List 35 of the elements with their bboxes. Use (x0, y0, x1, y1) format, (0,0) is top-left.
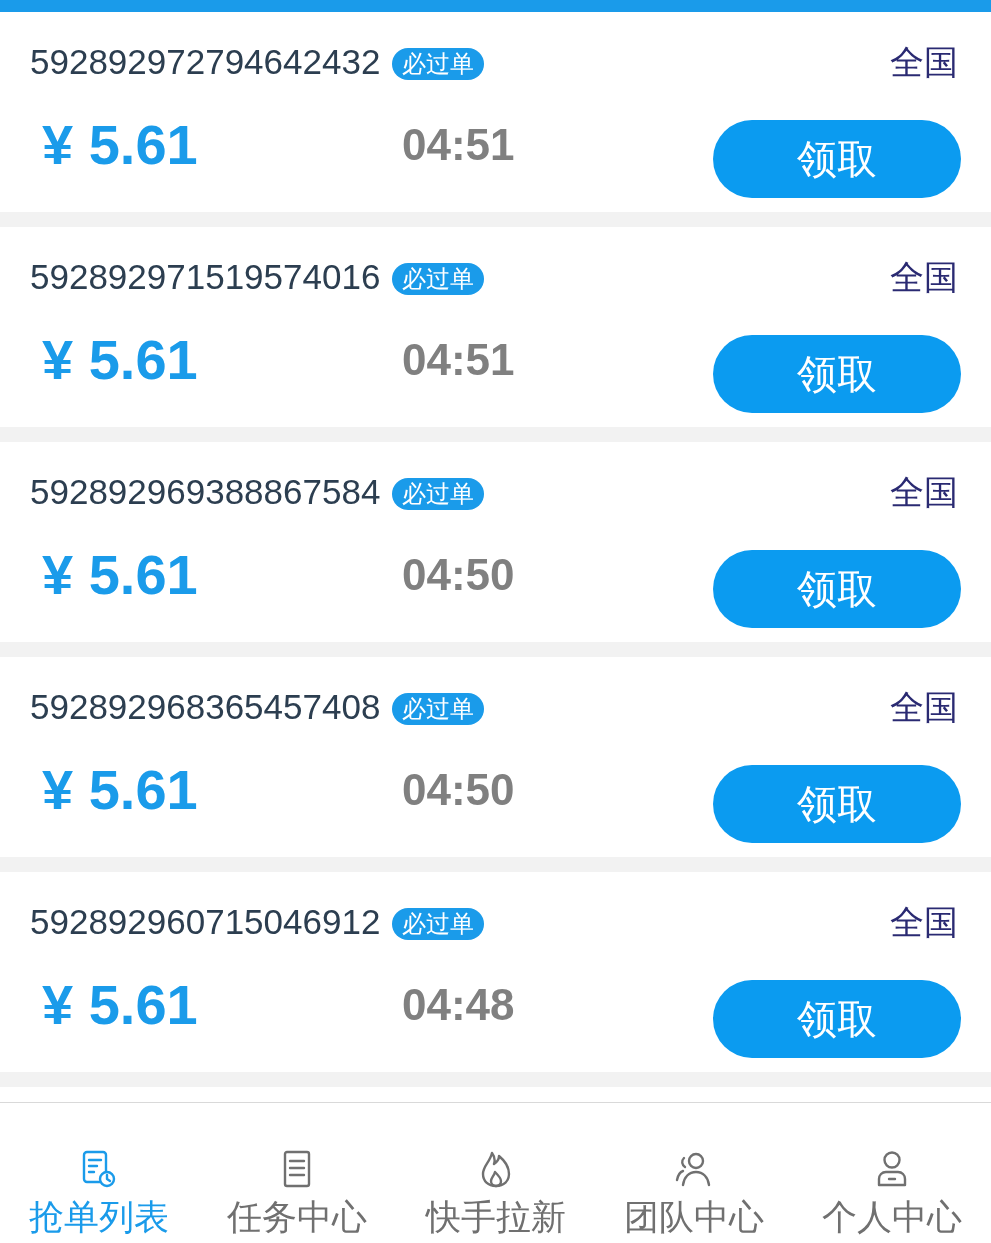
order-badge: 必过单 (392, 908, 485, 940)
order-number: 592892972794642432 (30, 42, 381, 82)
claim-button[interactable]: 领取 (713, 120, 961, 198)
region-label: 全国 (890, 472, 958, 512)
claim-button[interactable]: 领取 (713, 335, 961, 413)
countdown-timer: 04:51 (402, 120, 515, 170)
nav-tab[interactable]: 抢单列表 (0, 1103, 199, 1243)
order-number: 592892969388867584 (30, 472, 381, 512)
countdown-timer: 04:48 (402, 980, 515, 1030)
order-price: ¥ 5.61 (42, 545, 198, 605)
claim-button[interactable]: 领取 (713, 550, 961, 628)
countdown-timer: 04:50 (402, 550, 515, 600)
region-label: 全国 (890, 42, 958, 82)
order-number: 592892960715046912 (30, 902, 381, 942)
order-price: ¥ 5.61 (42, 115, 198, 175)
order-price: ¥ 5.61 (42, 330, 198, 390)
nav-tab[interactable]: 快手拉新 (396, 1103, 595, 1243)
order-badge: 必过单 (392, 263, 485, 295)
countdown-timer: 04:51 (402, 335, 515, 385)
order-badge: 必过单 (392, 48, 485, 80)
region-label: 全国 (890, 902, 958, 942)
order-badge: 必过单 (392, 693, 485, 725)
region-label: 全国 (890, 687, 958, 727)
region-label: 全国 (890, 257, 958, 297)
order-price: ¥ 5.61 (42, 975, 198, 1035)
nav-tab[interactable]: 团队中心 (594, 1103, 793, 1243)
nav-tab[interactable]: 任务中心 (198, 1103, 397, 1243)
order-price: ¥ 5.61 (42, 760, 198, 820)
countdown-timer: 04:50 (402, 765, 515, 815)
nav-tab[interactable]: 个人中心 (792, 1103, 991, 1243)
order-number: 592892971519574016 (30, 257, 381, 297)
claim-button[interactable]: 领取 (713, 980, 961, 1058)
order-badge: 必过单 (392, 478, 485, 510)
order-number: 592892968365457408 (30, 687, 381, 727)
claim-button[interactable]: 领取 (713, 765, 961, 843)
